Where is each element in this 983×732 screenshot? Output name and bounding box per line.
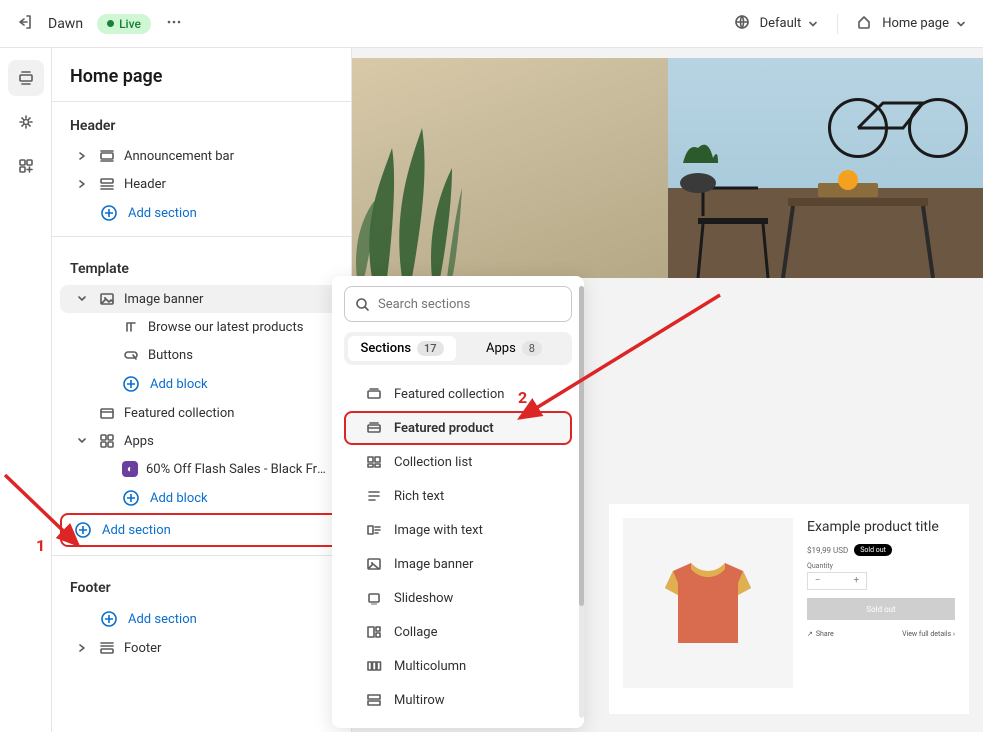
section-multicolumn[interactable]: Multicolumn xyxy=(344,649,572,683)
share-link[interactable]: ↗Share xyxy=(807,630,834,638)
product-image xyxy=(623,518,793,688)
globe-icon xyxy=(734,14,750,34)
apps-rail-button[interactable] xyxy=(8,148,44,184)
app-icon: ◐ xyxy=(122,461,138,477)
section-collection-list[interactable]: Collection list xyxy=(344,445,572,479)
soldout-badge: Sold out xyxy=(854,544,892,556)
group-footer: Footer xyxy=(52,564,351,604)
view-details-link[interactable]: View full details › xyxy=(902,630,955,638)
tree-browse-text[interactable]: Browse our latest products xyxy=(60,313,343,341)
add-block-apps[interactable]: Add block xyxy=(60,483,343,513)
callout-1: 1 xyxy=(36,536,45,555)
section-multirow[interactable]: Multirow xyxy=(344,683,572,717)
settings-rail-button[interactable] xyxy=(8,104,44,140)
section-featured-product[interactable]: Featured product xyxy=(344,411,572,445)
scrollbar[interactable] xyxy=(579,286,584,718)
add-section-header[interactable]: Add section xyxy=(60,198,343,228)
section-rich-text[interactable]: Rich text xyxy=(344,479,572,513)
product-card: Example product title $19,99 USD Sold out… xyxy=(609,504,969,714)
popup-tabs: Sections17 Apps8 xyxy=(344,332,572,365)
tab-sections[interactable]: Sections17 xyxy=(348,336,456,361)
locale-dropdown[interactable]: Default xyxy=(760,16,820,31)
add-section-footer[interactable]: Add section xyxy=(60,604,343,634)
add-block-banner[interactable]: Add block xyxy=(60,369,343,399)
sections-rail-button[interactable] xyxy=(8,60,44,96)
section-slideshow[interactable]: Slideshow xyxy=(344,581,572,615)
sidebar: Home page Header Announcement bar Header… xyxy=(52,48,352,732)
tree-flash-sale-app[interactable]: ◐60% Off Flash Sales - Black Frid... xyxy=(60,455,343,483)
search-sections-input[interactable] xyxy=(344,286,572,322)
product-title: Example product title xyxy=(807,518,955,536)
section-picker-popup: Sections17 Apps8 Featured collection Fea… xyxy=(332,276,584,728)
group-header: Header xyxy=(52,102,351,142)
quantity-label: Quantity xyxy=(807,562,955,570)
tree-announcement-bar[interactable]: Announcement bar xyxy=(60,142,343,170)
hero-banner xyxy=(352,58,983,278)
quantity-stepper[interactable]: −+ xyxy=(807,572,867,590)
group-template: Template xyxy=(52,245,351,285)
home-icon xyxy=(856,14,872,34)
tree-header[interactable]: Header xyxy=(60,170,343,198)
search-icon xyxy=(355,297,370,312)
live-badge: Live xyxy=(97,14,151,34)
left-rail xyxy=(0,48,52,732)
tree-buttons[interactable]: Buttons xyxy=(60,341,343,369)
product-price: $19,99 USD xyxy=(807,546,848,555)
page-dropdown[interactable]: Home page xyxy=(882,16,967,31)
tree-featured-collection[interactable]: Featured collection xyxy=(60,399,343,427)
section-collage[interactable]: Collage xyxy=(344,615,572,649)
hero-image-left xyxy=(352,58,668,278)
tree-footer[interactable]: Footer xyxy=(60,634,343,662)
tab-apps[interactable]: Apps8 xyxy=(460,336,568,361)
exit-icon[interactable] xyxy=(16,13,34,35)
top-bar: Dawn Live Default Home page xyxy=(0,0,983,48)
hero-image-right xyxy=(668,58,983,278)
add-section-template-callout: Add section xyxy=(60,513,343,547)
callout-2: 2 xyxy=(518,388,527,407)
section-featured-collection[interactable]: Featured collection xyxy=(344,377,572,411)
soldout-button[interactable]: Sold out xyxy=(807,598,955,620)
tree-apps[interactable]: Apps xyxy=(60,427,343,455)
page-title: Home page xyxy=(70,66,333,87)
theme-name: Dawn xyxy=(48,16,83,32)
more-icon[interactable] xyxy=(165,13,183,35)
section-image-with-text[interactable]: Image with text xyxy=(344,513,572,547)
section-image-banner[interactable]: Image banner xyxy=(344,547,572,581)
tree-image-banner[interactable]: Image banner xyxy=(60,285,343,313)
add-section-template[interactable]: Add section xyxy=(74,519,329,541)
